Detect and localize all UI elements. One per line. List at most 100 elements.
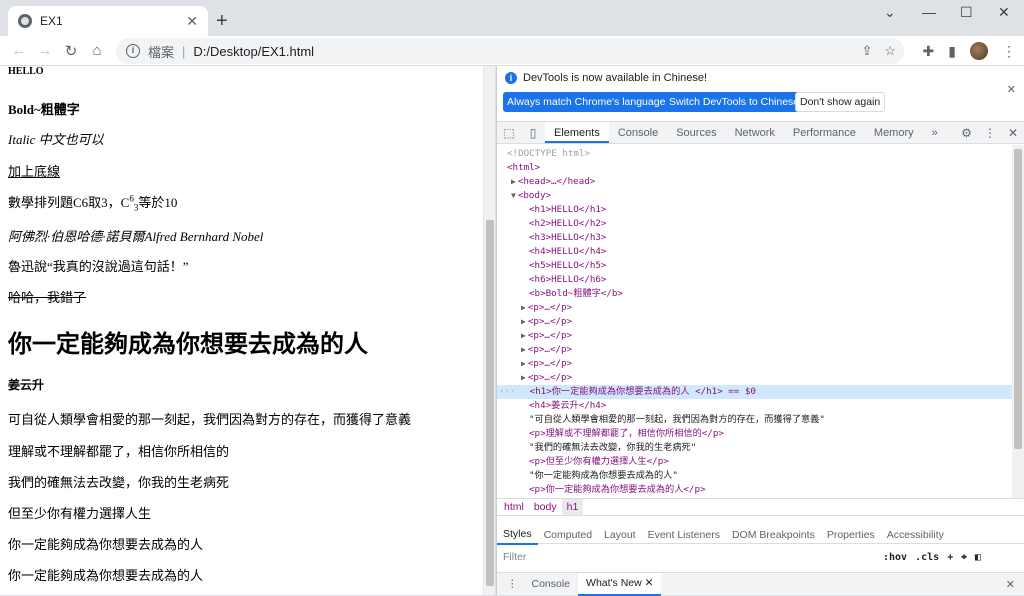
breadcrumb-html[interactable]: html — [499, 499, 529, 515]
browser-tab[interactable]: EX1 ✕ — [8, 6, 208, 36]
dom-node[interactable]: <body> — [516, 190, 551, 201]
expand-arrow-icon[interactable]: ▶ — [497, 359, 526, 368]
expand-arrow-icon[interactable]: ▶ — [497, 373, 526, 382]
tab-close-icon[interactable]: ✕ — [186, 13, 198, 30]
dom-node[interactable]: <p>你一定能夠成為你想要去成為的人</p> — [497, 484, 706, 495]
tab-search-icon[interactable]: ⌄ — [884, 4, 896, 21]
browser-toolbar: ← → ↻ ⌂ i 檔案 | D:/Desktop/EX1.html ⇪ ☆ ✚… — [0, 36, 1024, 66]
devtools-close-icon[interactable]: ✕ — [1008, 122, 1018, 144]
drawer-tab-console[interactable]: Console — [524, 574, 579, 595]
paint-icon[interactable]: ⌖ — [961, 552, 967, 563]
dom-node[interactable]: <h6>HELLO</h6> — [497, 274, 606, 285]
expand-arrow-icon[interactable]: ▶ — [497, 331, 526, 340]
dom-text-node[interactable]: "我們的確無法去改變，你我的生老病死" — [497, 442, 696, 453]
drawer-menu-icon[interactable]: ⋮ — [497, 578, 524, 590]
menu-dots-icon[interactable]: ⋮ — [1002, 43, 1016, 60]
settings-gear-icon[interactable]: ⚙ — [961, 122, 972, 144]
add-rule-icon[interactable]: + — [947, 552, 953, 563]
expand-arrow-icon[interactable]: ▶ — [497, 177, 516, 186]
dom-node[interactable]: <p>理解或不理解都罷了，相信你所相信的</p> — [497, 428, 724, 439]
maximize-button[interactable]: ☐ — [960, 4, 973, 21]
share-icon[interactable]: ⇪ — [861, 43, 872, 59]
dont-show-button[interactable]: Don't show again — [795, 92, 886, 112]
close-window-button[interactable]: ✕ — [998, 4, 1010, 21]
dom-node[interactable]: <h5>HELLO</h5> — [497, 260, 606, 271]
forward-arrow-icon[interactable]: → — [32, 42, 58, 59]
bookmark-star-icon[interactable]: ☆ — [884, 43, 896, 59]
address-bar[interactable]: i 檔案 | D:/Desktop/EX1.html ⇪ ☆ — [116, 38, 904, 64]
drawer-tab-whats-new[interactable]: What's New ✕ — [578, 572, 662, 596]
dom-node[interactable]: <h1>你一定能夠成為你想要去成為的人 </h1> == $0 — [516, 386, 756, 397]
dom-node[interactable]: <p>…</p> — [526, 302, 572, 313]
tab-accessibility[interactable]: Accessibility — [881, 526, 950, 544]
page-scrollbar[interactable] — [483, 66, 495, 595]
info-icon[interactable]: i — [126, 44, 140, 58]
computed-sidebar-icon[interactable]: ◧ — [975, 552, 981, 563]
dom-node[interactable]: <head>…</head> — [516, 176, 595, 187]
selected-dom-node[interactable]: ··· <h1>你一定能夠成為你想要去成為的人 </h1> == $0 — [497, 385, 1013, 399]
extensions-icon[interactable]: ✚ — [923, 43, 935, 60]
switch-language-button[interactable]: Switch DevTools to Chinese — [665, 92, 804, 112]
infobar-close-icon[interactable]: ✕ — [1007, 83, 1016, 96]
dom-node[interactable]: <!DOCTYPE html> — [497, 148, 590, 159]
new-tab-button[interactable]: + — [216, 10, 228, 33]
home-icon[interactable]: ⌂ — [84, 42, 110, 59]
dom-node[interactable]: <h2>HELLO</h2> — [497, 218, 606, 229]
dom-node[interactable]: <h4>姜云升</h4> — [497, 400, 606, 411]
dom-node[interactable]: <h3>HELLO</h3> — [497, 232, 606, 243]
url-text[interactable]: D:/Desktop/EX1.html — [193, 44, 314, 59]
page-scroll-thumb[interactable] — [486, 220, 494, 586]
dom-node[interactable]: <p>…</p> — [526, 330, 572, 341]
dom-node[interactable]: <p>…</p> — [526, 358, 572, 369]
back-arrow-icon[interactable]: ← — [6, 42, 32, 59]
devtools-menu-icon[interactable]: ⋮ — [984, 122, 996, 144]
tab-memory[interactable]: Memory — [865, 122, 923, 143]
minimize-button[interactable]: — — [922, 4, 936, 20]
dom-node[interactable]: <p>但至少你有權力選擇人生</p> — [497, 456, 669, 467]
breadcrumb-h1[interactable]: h1 — [561, 499, 584, 515]
side-panel-icon[interactable]: ▮ — [948, 43, 956, 60]
filter-input[interactable]: Filter — [503, 549, 877, 565]
ellipsis-icon[interactable]: ··· — [497, 386, 516, 397]
tab-dom-breakpoints[interactable]: DOM Breakpoints — [726, 526, 821, 544]
dom-node[interactable]: <p>…</p> — [526, 316, 572, 327]
tab-console[interactable]: Console — [609, 122, 667, 143]
dom-text-node[interactable]: "你一定能夠成為你想要去成為的人" — [497, 470, 678, 481]
tab-elements[interactable]: Elements — [545, 122, 609, 143]
whats-new-close-icon[interactable]: ✕ — [645, 577, 654, 589]
dom-scroll-thumb[interactable] — [1014, 149, 1022, 449]
cls-toggle[interactable]: .cls — [915, 552, 939, 563]
dom-node[interactable]: <b>Bold~粗體字</b> — [497, 288, 623, 299]
expand-arrow-icon[interactable]: ▶ — [497, 317, 526, 326]
expand-arrow-icon[interactable]: ▶ — [497, 345, 526, 354]
tab-network[interactable]: Network — [726, 122, 784, 143]
dom-node[interactable]: <p>…</p> — [526, 344, 572, 355]
tab-styles[interactable]: Styles — [497, 525, 538, 545]
tab-performance[interactable]: Performance — [784, 122, 865, 143]
tab-sources[interactable]: Sources — [667, 122, 725, 143]
dom-node[interactable]: <html> — [497, 162, 540, 173]
tab-computed[interactable]: Computed — [538, 526, 598, 544]
match-language-button[interactable]: Always match Chrome's language — [503, 92, 670, 112]
hov-toggle[interactable]: :hov — [883, 552, 907, 563]
expand-arrow-icon[interactable]: ▶ — [497, 303, 526, 312]
drawer-close-icon[interactable]: ✕ — [1006, 578, 1015, 591]
quote-text: 魯迅說“我真的沒說過這句話！” — [8, 259, 189, 274]
tab-properties[interactable]: Properties — [821, 526, 881, 544]
reload-icon[interactable]: ↻ — [58, 42, 84, 60]
tab-strip: EX1 ✕ + ⌄ — ☐ ✕ — [0, 0, 1024, 36]
dom-node[interactable]: <h1>HELLO</h1> — [497, 204, 606, 215]
dom-node[interactable]: <p>…</p> — [526, 372, 572, 383]
inspect-icon[interactable]: ⬚ — [497, 122, 521, 143]
more-tabs-icon[interactable]: » — [923, 122, 947, 143]
breadcrumb-body[interactable]: body — [529, 499, 562, 515]
tab-event-listeners[interactable]: Event Listeners — [642, 526, 726, 544]
collapse-arrow-icon[interactable]: ▼ — [497, 191, 516, 200]
dom-text-node[interactable]: "可自從人類學會相愛的那一刻起，我們因為對方的存在，而獲得了意義" — [497, 414, 825, 425]
avatar[interactable] — [970, 42, 988, 60]
breadcrumb: html body h1 — [497, 498, 1024, 516]
device-toggle-icon[interactable]: ▯ — [521, 122, 545, 143]
dom-node[interactable]: <h4>HELLO</h4> — [497, 246, 606, 257]
tab-layout[interactable]: Layout — [598, 526, 642, 544]
dom-scrollbar[interactable] — [1012, 145, 1024, 498]
